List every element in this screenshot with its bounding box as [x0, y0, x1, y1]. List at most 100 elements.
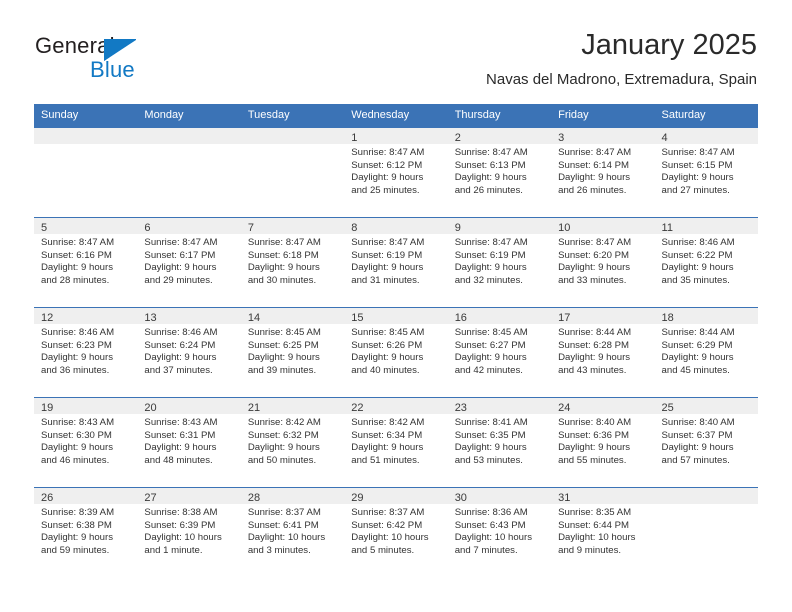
day-detail-line: Daylight: 9 hours [454, 442, 527, 454]
calendar-day-cell[interactable]: 8 Sunrise: 8:47 AM Sunset: 6:19 PM Daylight… [344, 218, 448, 307]
calendar-day-cell[interactable]: 23 Sunrise: 8:41 AM Sunset: 6:35 PM Dayligh… [447, 398, 552, 487]
day-detail-line: Daylight: 9 hours [661, 262, 734, 274]
calendar-day-cell[interactable]: 13 Sunrise: 8:46 AM Sunset: 6:24 PM Dayligh… [137, 308, 241, 397]
day-detail-line: Daylight: 9 hours [41, 442, 113, 454]
calendar-day-cell[interactable]: 11 Sunrise: 8:46 AM Sunset: 6:22 PM Dayligh… [654, 218, 758, 307]
calendar-day-cell[interactable]: 16 Sunrise: 8:45 AM Sunset: 6:27 PM Dayligh… [447, 308, 552, 397]
day-number: 19 [41, 402, 54, 414]
day-detail-line: Sunrise: 8:47 AM [247, 237, 321, 248]
day-detail-line: and 57 minutes. [661, 454, 730, 466]
day-number-strip: 24 [551, 398, 655, 415]
day-detail-line: Sunset: 6:30 PM [41, 429, 112, 441]
day-detail-line: Daylight: 9 hours [41, 262, 113, 274]
day-number-strip: 17 [551, 308, 655, 325]
calendar-empty-cell [240, 128, 345, 217]
day-number-strip: 26 [34, 488, 138, 505]
title-block: January 2025 Navas del Madrono, Extremad… [486, 28, 757, 90]
day-number-strip: 30 [447, 488, 552, 505]
weekday-header-sunday: Sunday [41, 109, 79, 121]
day-number-strip: 18 [654, 308, 758, 325]
day-detail-line: and 32 minutes. [454, 274, 523, 286]
day-detail-line: Sunrise: 8:39 AM [41, 507, 115, 518]
logo-text-general: General [35, 33, 115, 58]
day-details: Sunrise: 8:37 AM Sunset: 6:41 PM Daylight:… [241, 505, 344, 557]
day-detail-line: Sunrise: 8:45 AM [454, 327, 528, 338]
calendar-day-cell[interactable]: 20 Sunrise: 8:43 AM Sunset: 6:31 PM Dayligh… [137, 398, 241, 487]
calendar-day-cell[interactable]: 31 Sunrise: 8:35 AM Sunset: 6:44 PM Dayligh… [551, 488, 655, 577]
day-number: 9 [454, 222, 461, 234]
day-detail-line: and 25 minutes. [351, 184, 420, 196]
calendar-day-cell[interactable]: 17 Sunrise: 8:44 AM Sunset: 6:28 PM Dayligh… [551, 308, 655, 397]
calendar-day-cell[interactable]: 1 Sunrise: 8:47 AM Sunset: 6:12 PM Daylight… [344, 128, 448, 217]
calendar-day-cell[interactable]: 25 Sunrise: 8:40 AM Sunset: 6:37 PM Dayligh… [654, 398, 758, 487]
calendar-day-cell[interactable]: 2 Sunrise: 8:47 AM Sunset: 6:13 PM Daylight… [447, 128, 552, 217]
calendar-day-cell[interactable]: 5 Sunrise: 8:47 AM Sunset: 6:16 PM Daylight… [34, 218, 138, 307]
calendar-day-cell[interactable]: 6 Sunrise: 8:47 AM Sunset: 6:17 PM Daylight… [137, 218, 241, 307]
day-number: 26 [41, 492, 54, 504]
day-detail-line: and 26 minutes. [454, 184, 523, 196]
day-detail-line: Sunrise: 8:36 AM [454, 507, 528, 518]
day-number: 28 [247, 492, 261, 504]
day-details: Sunrise: 8:47 AM Sunset: 6:13 PM Daylight:… [448, 145, 551, 197]
calendar-day-cell[interactable]: 24 Sunrise: 8:40 AM Sunset: 6:36 PM Dayligh… [551, 398, 655, 487]
calendar-day-cell[interactable]: 12 Sunrise: 8:46 AM Sunset: 6:23 PM Dayligh… [34, 308, 138, 397]
calendar-empty-cell [137, 128, 241, 217]
day-number-strip: 27 [137, 488, 241, 505]
day-number-strip [137, 128, 241, 145]
day-number: 18 [661, 312, 674, 324]
calendar-day-cell[interactable]: 10 Sunrise: 8:47 AM Sunset: 6:20 PM Dayligh… [551, 218, 655, 307]
calendar-day-cell[interactable]: 3 Sunrise: 8:47 AM Sunset: 6:14 PM Daylight… [551, 128, 655, 217]
day-detail-line: and 37 minutes. [144, 364, 213, 376]
day-detail-line: Sunrise: 8:40 AM [558, 417, 632, 428]
calendar-day-cell[interactable]: 29 Sunrise: 8:37 AM Sunset: 6:42 PM Dayligh… [344, 488, 448, 577]
day-detail-line: and 26 minutes. [558, 184, 627, 196]
day-number-strip: 9 [447, 218, 552, 235]
day-detail-line: and 50 minutes. [247, 454, 317, 466]
day-detail-line: Sunrise: 8:41 AM [454, 417, 528, 428]
day-detail-line: Sunset: 6:19 PM [351, 249, 423, 261]
general-blue-logo: General Blue [35, 33, 235, 82]
day-detail-line: Sunset: 6:24 PM [144, 339, 216, 351]
calendar-day-cell[interactable]: 27 Sunrise: 8:38 AM Sunset: 6:39 PM Dayligh… [137, 488, 241, 577]
day-detail-line: Sunset: 6:27 PM [454, 339, 526, 351]
calendar-day-cell[interactable]: 18 Sunrise: 8:44 AM Sunset: 6:29 PM Dayligh… [654, 308, 758, 397]
day-details [655, 505, 758, 507]
day-details: Sunrise: 8:43 AM Sunset: 6:31 PM Daylight:… [137, 415, 240, 467]
day-detail-line: Daylight: 9 hours [351, 352, 424, 364]
day-detail-line: and 53 minutes. [454, 454, 523, 466]
calendar-day-cell[interactable]: 28 Sunrise: 8:37 AM Sunset: 6:41 PM Dayligh… [240, 488, 345, 577]
calendar-day-cell[interactable]: 14 Sunrise: 8:45 AM Sunset: 6:25 PM Dayligh… [240, 308, 345, 397]
day-details: Sunrise: 8:35 AM Sunset: 6:44 PM Daylight:… [551, 505, 654, 557]
day-detail-line: Daylight: 9 hours [558, 262, 631, 274]
calendar-day-cell[interactable]: 15 Sunrise: 8:45 AM Sunset: 6:26 PM Dayligh… [344, 308, 448, 397]
day-detail-line: Sunrise: 8:47 AM [144, 237, 218, 248]
day-number: 1 [351, 132, 358, 144]
calendar-day-cell[interactable]: 4 Sunrise: 8:47 AM Sunset: 6:15 PM Daylight… [654, 128, 758, 217]
day-number-strip: 7 [240, 218, 345, 235]
calendar-day-cell[interactable]: 30 Sunrise: 8:36 AM Sunset: 6:43 PM Dayligh… [447, 488, 552, 577]
day-detail-line: Daylight: 9 hours [41, 352, 113, 364]
calendar-day-cell[interactable]: 22 Sunrise: 8:42 AM Sunset: 6:34 PM Dayligh… [344, 398, 448, 487]
calendar-day-cell[interactable]: 21 Sunrise: 8:42 AM Sunset: 6:32 PM Dayligh… [240, 398, 345, 487]
day-detail-line: Sunrise: 8:44 AM [661, 327, 735, 338]
day-details: Sunrise: 8:42 AM Sunset: 6:32 PM Daylight:… [241, 415, 344, 467]
weekday-header-saturday: Saturday [661, 109, 706, 121]
day-details: Sunrise: 8:42 AM Sunset: 6:34 PM Daylight:… [344, 415, 447, 467]
day-details: Sunrise: 8:45 AM Sunset: 6:26 PM Daylight:… [344, 325, 447, 377]
calendar-day-cell[interactable]: 19 Sunrise: 8:43 AM Sunset: 6:30 PM Dayligh… [34, 398, 138, 487]
day-number-strip: 15 [344, 308, 448, 325]
day-number: 17 [558, 312, 571, 324]
day-detail-line: Daylight: 9 hours [558, 442, 631, 454]
calendar-week-row: 1 Sunrise: 8:47 AM Sunset: 6:12 PM Daylight… [34, 127, 758, 217]
day-detail-line: Sunset: 6:20 PM [558, 249, 630, 261]
calendar-day-cell[interactable]: 9 Sunrise: 8:47 AM Sunset: 6:19 PM Daylight… [447, 218, 552, 307]
day-details: Sunrise: 8:43 AM Sunset: 6:30 PM Daylight:… [34, 415, 137, 467]
day-detail-line: and 5 minutes. [351, 544, 415, 556]
day-detail-line: and 59 minutes. [41, 544, 110, 556]
day-number-strip: 12 [34, 308, 138, 325]
day-detail-line: Sunset: 6:36 PM [558, 429, 630, 441]
day-detail-line: Sunset: 6:44 PM [558, 519, 630, 531]
day-detail-line: Sunrise: 8:43 AM [41, 417, 115, 428]
calendar-day-cell[interactable]: 7 Sunrise: 8:47 AM Sunset: 6:18 PM Daylight… [240, 218, 345, 307]
calendar-day-cell[interactable]: 26 Sunrise: 8:39 AM Sunset: 6:38 PM Dayligh… [34, 488, 138, 577]
